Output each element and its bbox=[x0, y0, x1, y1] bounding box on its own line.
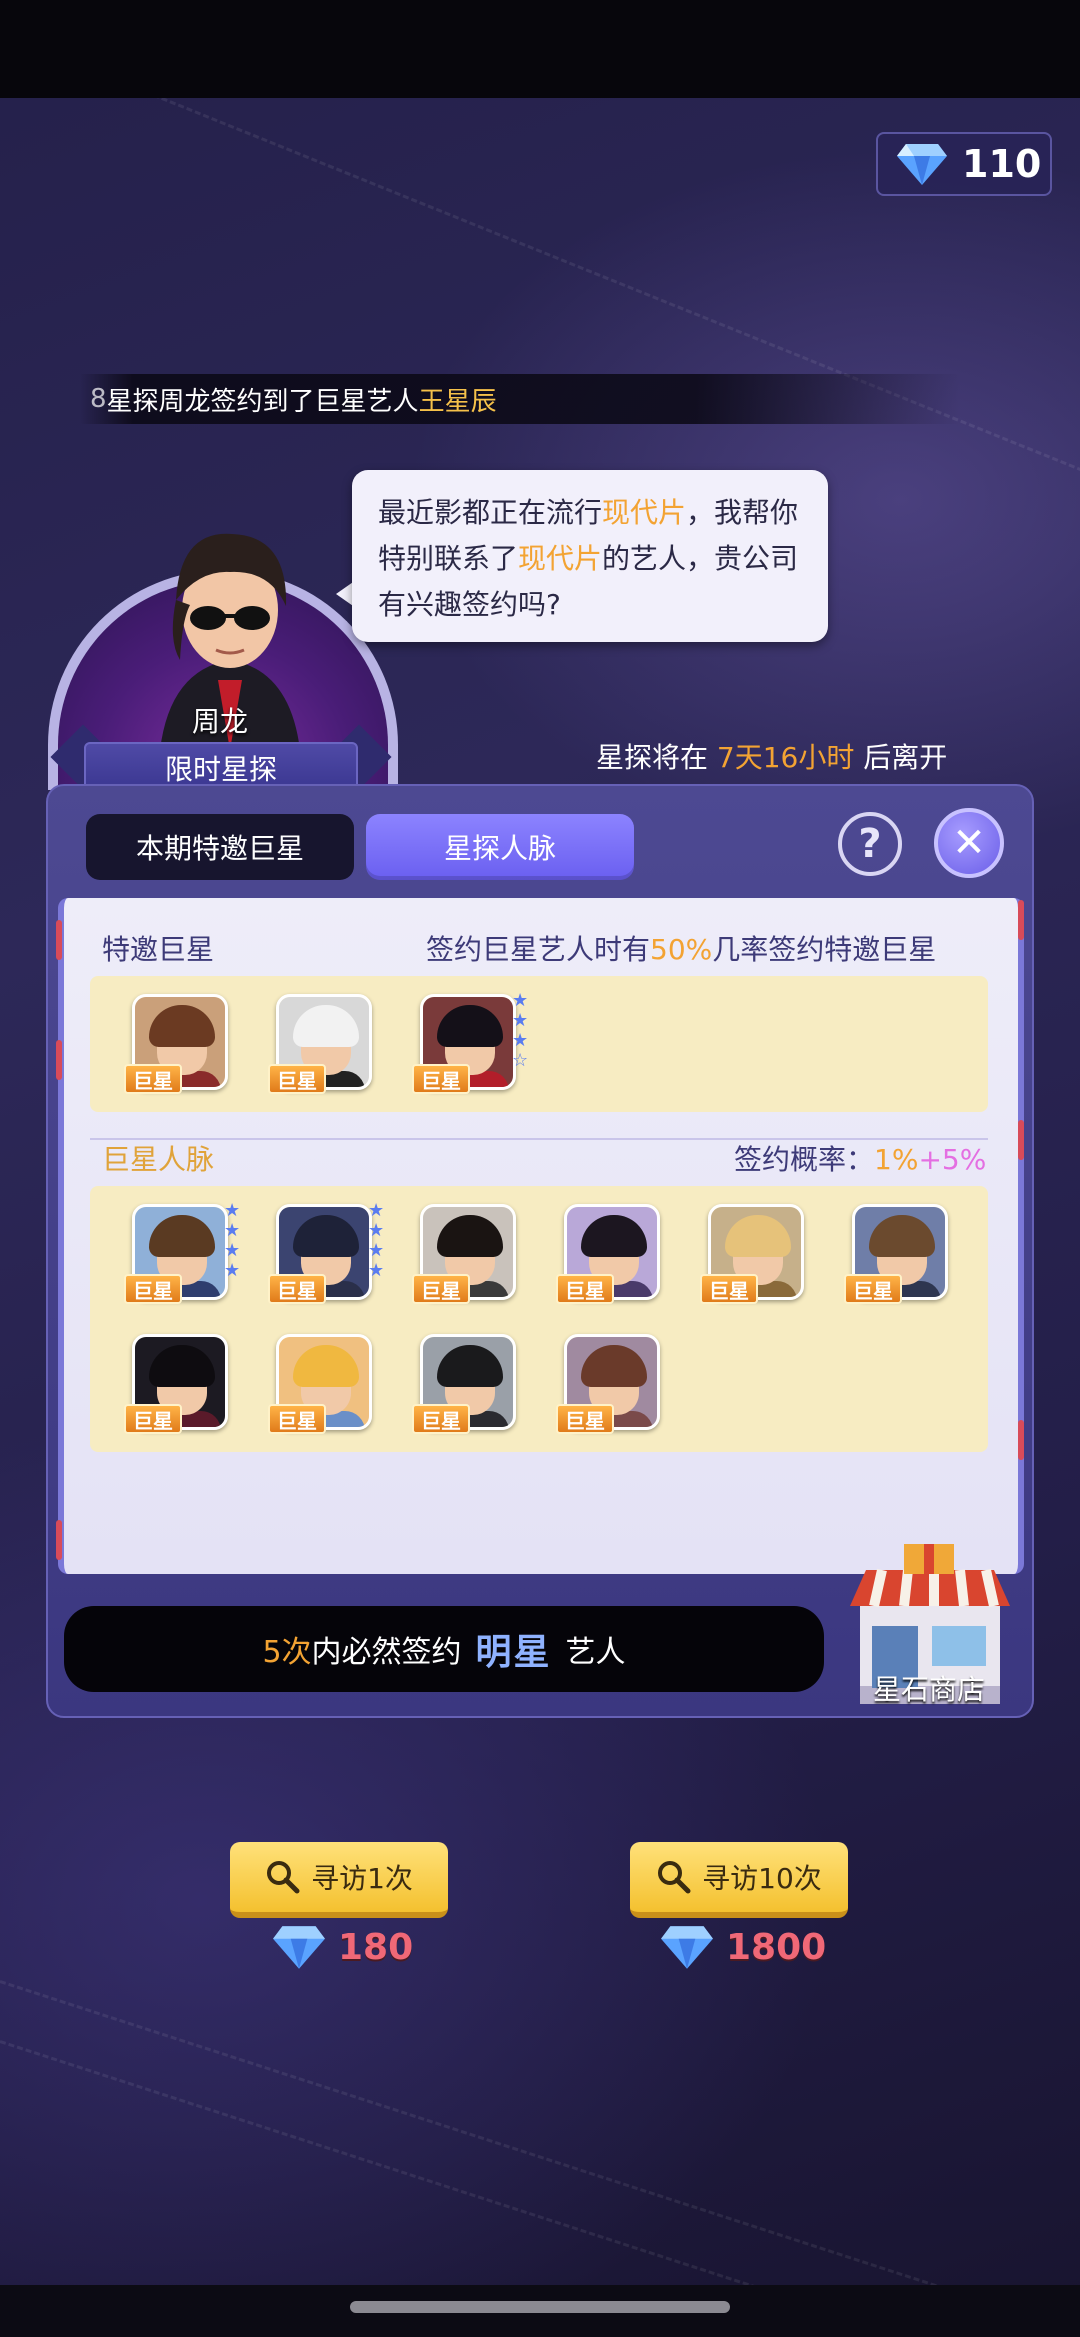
guarantee-text: 内必然签约 bbox=[311, 1635, 462, 1670]
edge-marker bbox=[1018, 1120, 1024, 1160]
superstar-badge: 巨星 bbox=[268, 1404, 326, 1434]
magnifier-icon bbox=[658, 1861, 691, 1894]
background-stitch bbox=[0, 1980, 1080, 2337]
diamond-icon bbox=[273, 1926, 325, 1969]
announcement-ticker: 8 星探周龙签约到了巨星艺人 王星辰 bbox=[80, 374, 960, 424]
close-button[interactable]: ✕ bbox=[934, 808, 1004, 878]
ticker-highlight: 王星辰 bbox=[418, 386, 497, 417]
edge-marker bbox=[56, 1520, 62, 1560]
search-ten-label: 寻访10次 bbox=[702, 1862, 822, 1895]
diamond-icon bbox=[661, 1926, 713, 1969]
superstar-badge: 巨星 bbox=[124, 1064, 182, 1094]
network-title: 巨星人脉 bbox=[102, 1143, 215, 1176]
game-screen: 110 8 星探周龙签约到了巨星艺人 王星辰 周龙 限时星探 最近影都正在流行现… bbox=[0, 0, 1080, 2337]
shop-label: 星石商店 bbox=[872, 1673, 985, 1706]
star-icon: ★ bbox=[224, 1240, 241, 1261]
tab-scout-network[interactable]: 星探人脉 bbox=[366, 814, 634, 880]
guarantee-count: 5次 bbox=[262, 1635, 312, 1670]
superstar-badge: 巨星 bbox=[412, 1404, 470, 1434]
rating-stars: ★ ★ ★ ★ bbox=[224, 1202, 244, 1280]
sign-rate-base: 1% bbox=[874, 1143, 919, 1176]
special-note-pct: 50% bbox=[650, 933, 713, 966]
search-ten-button[interactable]: 寻访10次 bbox=[630, 1842, 848, 1918]
diamond-count: 110 bbox=[962, 142, 1042, 186]
special-stars-note: 签约巨星艺人时有50%几率签约特邀巨星 bbox=[426, 928, 936, 968]
guarantee-rank: 明星 bbox=[475, 1632, 552, 1673]
search-once-price: 180 bbox=[338, 1926, 414, 1968]
search-once-button[interactable]: 寻访1次 bbox=[230, 1842, 448, 1918]
superstar-badge: 巨星 bbox=[268, 1274, 326, 1304]
star-icon: ★ bbox=[512, 1010, 529, 1031]
rating-stars: ★ ★ ★ ★ bbox=[368, 1202, 388, 1280]
scout-name: 周龙 bbox=[191, 705, 248, 738]
timer-prefix: 星探将在 bbox=[596, 741, 717, 774]
sign-rate-label: 签约概率： bbox=[734, 1143, 875, 1176]
star-icon: ★ bbox=[224, 1200, 241, 1221]
edge-marker bbox=[56, 1040, 62, 1080]
edge-marker bbox=[1018, 1420, 1024, 1460]
ticker-text: 星探周龙签约到了巨星艺人 bbox=[106, 386, 419, 417]
guarantee-suffix: 艺人 bbox=[565, 1635, 626, 1670]
superstar-badge: 巨星 bbox=[412, 1274, 470, 1304]
home-indicator[interactable] bbox=[350, 2301, 730, 2313]
star-icon: ★ bbox=[368, 1220, 385, 1241]
star-icon: ★ bbox=[512, 990, 529, 1011]
timer-suffix: 后离开 bbox=[854, 741, 948, 774]
status-bar bbox=[0, 0, 1080, 98]
superstar-badge: 巨星 bbox=[844, 1274, 902, 1304]
close-icon: ✕ bbox=[952, 820, 986, 866]
sign-rate-bonus: +5% bbox=[918, 1143, 987, 1176]
speech-bubble: 最近影都正在流行现代片，我帮你特别联系了现代片的艺人，贵公司有兴趣签约吗? bbox=[352, 470, 828, 642]
magnifier-icon bbox=[267, 1861, 300, 1894]
star-icon: ☆ bbox=[512, 1050, 529, 1071]
search-ten-price: 1800 bbox=[726, 1926, 827, 1968]
tab-featured-stars[interactable]: 本期特邀巨星 bbox=[86, 814, 354, 880]
superstar-badge: 巨星 bbox=[124, 1404, 182, 1434]
scout-leave-timer: 星探将在 7天16小时 后离开 bbox=[596, 736, 947, 776]
bubble-keyword-2: 现代片 bbox=[518, 542, 603, 575]
star-icon: ★ bbox=[512, 1030, 529, 1051]
special-stars-title: 特邀巨星 bbox=[102, 933, 215, 966]
star-icon: ★ bbox=[368, 1200, 385, 1221]
guarantee-banner: 5次 内必然签约 明星 艺人 bbox=[64, 1606, 824, 1692]
help-button[interactable]: ? bbox=[838, 812, 902, 876]
superstar-badge: 巨星 bbox=[412, 1064, 470, 1094]
special-note-suffix: 几率签约特邀巨星 bbox=[712, 933, 937, 966]
superstar-badge: 巨星 bbox=[124, 1274, 182, 1304]
superstar-badge: 巨星 bbox=[556, 1404, 614, 1434]
bubble-keyword-1: 现代片 bbox=[602, 496, 687, 529]
superstar-badge: 巨星 bbox=[556, 1274, 614, 1304]
diamond-icon bbox=[897, 144, 947, 185]
sign-rate: 签约概率：1%+5% bbox=[734, 1138, 986, 1178]
special-note-text: 签约巨星艺人时有 bbox=[426, 933, 651, 966]
help-icon: ? bbox=[858, 821, 882, 867]
star-icon: ★ bbox=[224, 1260, 241, 1281]
timer-value: 7天16小时 bbox=[716, 741, 855, 774]
diamond-balance[interactable]: 110 bbox=[876, 132, 1052, 196]
star-icon: ★ bbox=[224, 1220, 241, 1241]
search-once-label: 寻访1次 bbox=[311, 1862, 413, 1895]
search-once-cost: 180 bbox=[272, 1924, 413, 1970]
bubble-text-1: 最近影都正在流行 bbox=[378, 496, 603, 529]
edge-marker bbox=[56, 920, 62, 960]
star-icon: ★ bbox=[368, 1260, 385, 1281]
star-icon: ★ bbox=[368, 1240, 385, 1261]
ticker-prefix: 8 bbox=[90, 384, 107, 414]
superstar-badge: 巨星 bbox=[700, 1274, 758, 1304]
superstar-badge: 巨星 bbox=[268, 1064, 326, 1094]
search-ten-cost: 1800 bbox=[660, 1924, 826, 1970]
rating-stars: ★ ★ ★ ☆ bbox=[512, 992, 532, 1070]
edge-marker bbox=[1018, 900, 1024, 940]
